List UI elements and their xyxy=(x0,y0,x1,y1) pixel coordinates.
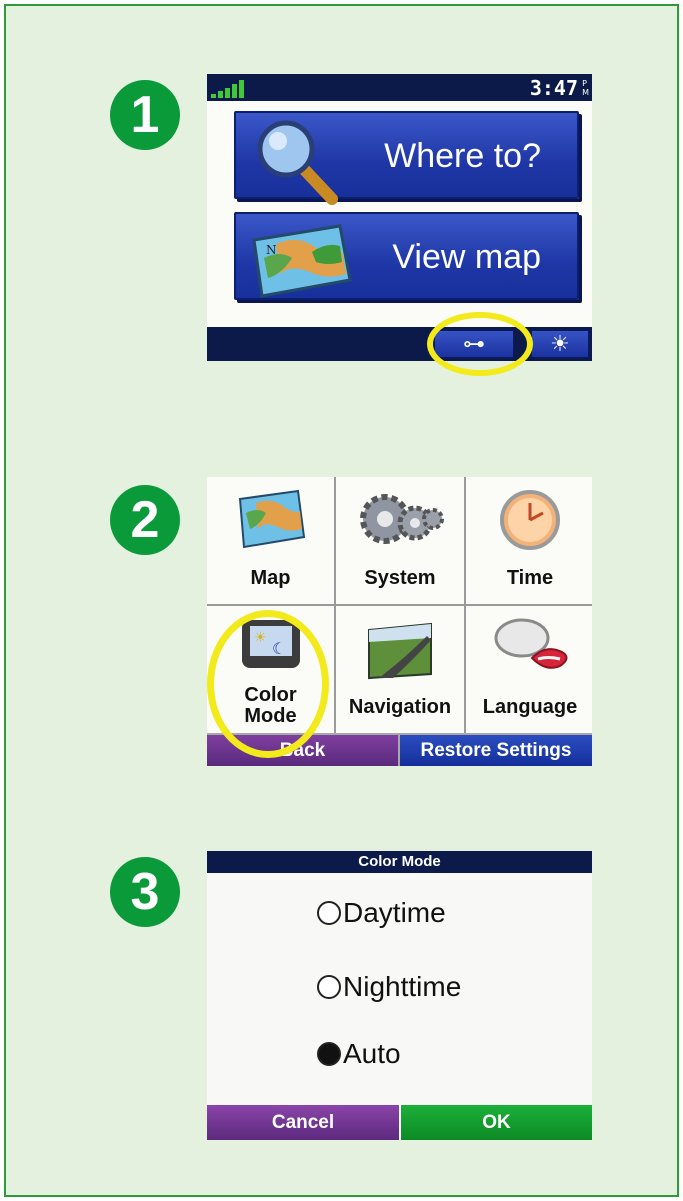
option-auto-label: Auto xyxy=(343,1038,401,1069)
where-to-label: Where to? xyxy=(384,137,541,175)
magnifying-glass-icon xyxy=(257,120,338,205)
road-icon xyxy=(368,622,432,680)
view-map-label: View map xyxy=(392,238,541,276)
map-icon: N xyxy=(252,224,352,298)
option-auto[interactable]: Auto xyxy=(317,1038,401,1070)
settings-time-tile[interactable]: Time xyxy=(466,477,592,604)
clock-icon xyxy=(500,490,560,550)
clock-time: 3:47 xyxy=(529,76,578,100)
settings-language-label: Language xyxy=(482,696,578,718)
brightness-button[interactable]: ☀ xyxy=(531,330,589,358)
radio-daytime[interactable] xyxy=(317,901,341,925)
speech-bubble-icon xyxy=(494,618,568,669)
highlight-ring-color-mode xyxy=(207,610,329,758)
color-mode-button-row: Cancel OK xyxy=(207,1105,592,1140)
where-to-button[interactable]: Where to? xyxy=(234,111,579,205)
color-mode-screen: Color Mode Daytime Nighttime Auto Cancel… xyxy=(207,851,592,1140)
step-1-badge: 1 xyxy=(110,80,180,150)
map-icon xyxy=(238,489,305,549)
option-nighttime-label: Nighttime xyxy=(343,971,462,1002)
clock-ampm: PM xyxy=(582,79,589,97)
main-menu-screen: 3:47 PM Where to? N View map ⊶ ☀ xyxy=(207,74,592,361)
step-2-badge: 2 xyxy=(110,485,180,555)
restore-settings-button[interactable]: Restore Settings xyxy=(400,735,592,766)
radio-auto[interactable] xyxy=(317,1042,341,1066)
option-daytime[interactable]: Daytime xyxy=(317,897,446,929)
settings-navigation-label: Navigation xyxy=(348,696,452,718)
ok-button[interactable]: OK xyxy=(401,1105,592,1140)
gears-icon xyxy=(360,494,444,544)
option-nighttime[interactable]: Nighttime xyxy=(317,971,461,1003)
satellite-signal-icon xyxy=(211,80,244,98)
settings-map-tile[interactable]: Map xyxy=(207,477,334,604)
settings-language-tile[interactable]: Language xyxy=(466,606,592,733)
cancel-button[interactable]: Cancel xyxy=(207,1105,399,1140)
color-mode-title: Color Mode xyxy=(207,851,592,873)
radio-nighttime[interactable] xyxy=(317,975,341,999)
view-map-button[interactable]: N View map xyxy=(234,212,579,300)
bottom-bar: ⊶ ☀ xyxy=(207,327,592,361)
status-bar: 3:47 PM xyxy=(207,74,592,101)
settings-navigation-tile[interactable]: Navigation xyxy=(336,606,464,733)
settings-system-tile[interactable]: System xyxy=(336,477,464,604)
sun-icon: ☀ xyxy=(550,331,570,356)
settings-system-label: System xyxy=(364,567,436,589)
option-daytime-label: Daytime xyxy=(343,897,446,928)
settings-time-label: Time xyxy=(506,567,554,589)
step-3-badge: 3 xyxy=(110,857,180,927)
highlight-ring-tools xyxy=(427,312,533,376)
settings-map-label: Map xyxy=(250,567,291,589)
svg-text:N: N xyxy=(266,243,277,257)
